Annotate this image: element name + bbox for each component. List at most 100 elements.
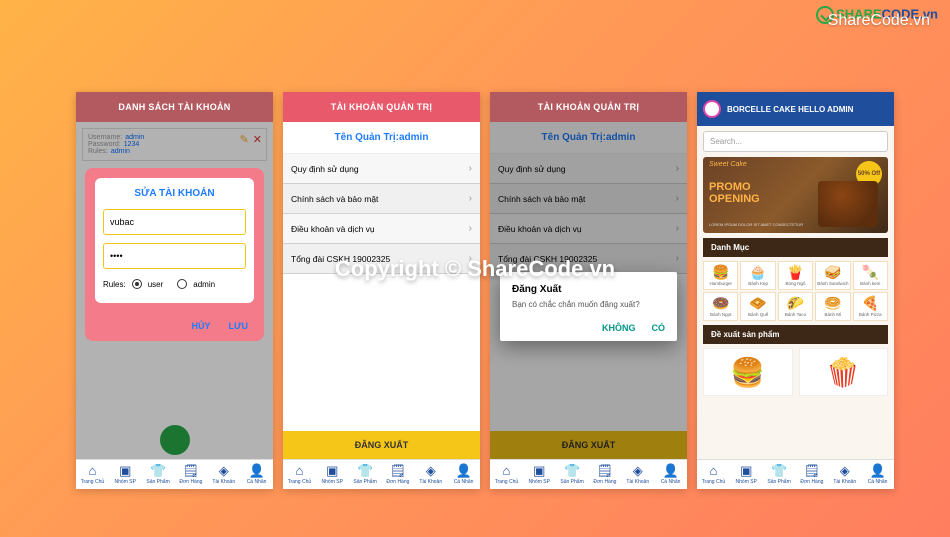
chevron-right-icon: › <box>469 193 472 204</box>
radio-admin[interactable] <box>177 279 187 289</box>
category-item[interactable]: 🍔Hamburger <box>703 261 738 290</box>
nav-icon: ▣ <box>731 464 762 477</box>
category-icon: 🥪 <box>817 265 848 279</box>
nav-icon: 👕 <box>350 464 381 477</box>
nav-icon: ⌂ <box>77 464 108 477</box>
phone-screen-1: DANH SÁCH TÀI KHOẢN Username:admin Passw… <box>76 92 273 489</box>
phone-screen-2: TÀI KHOẢN QUẢN TRỊ Tên Quản Trị:admin Qu… <box>283 92 480 489</box>
nav-icon: 👤 <box>862 464 893 477</box>
cancel-button[interactable]: HỦY <box>192 321 211 331</box>
menu-item[interactable]: Chính sách và bảo mật› <box>490 184 687 214</box>
product-card[interactable]: 🍔 <box>703 348 793 396</box>
nav-icon: ◈ <box>622 464 653 477</box>
nav-item[interactable]: 🗒Đơn Hàng <box>795 460 828 489</box>
cake-image <box>818 181 878 227</box>
nav-item[interactable]: ⌂Trang Chủ <box>490 460 523 489</box>
shop-header: BORCELLE CAKE HELLO ADMIN <box>697 92 894 126</box>
nav-item[interactable]: ▣Nhóm SP <box>523 460 556 489</box>
category-icon: 🍔 <box>705 265 736 279</box>
header-admin-account: TÀI KHOẢN QUẢN TRỊ <box>490 92 687 122</box>
nav-item[interactable]: ⌂Trang Chủ <box>283 460 316 489</box>
logout-button[interactable]: ĐĂNG XUẤT <box>490 431 687 459</box>
category-item[interactable]: 🍟Bỏng Ngô <box>778 261 813 290</box>
nav-item[interactable]: ⌂Trang Chủ <box>697 460 730 489</box>
nav-item[interactable]: 👤Cá Nhân <box>654 460 687 489</box>
nav-item[interactable]: ◈Tài Khoản <box>207 460 240 489</box>
section-products: Đề xuất sản phẩm <box>703 325 888 344</box>
category-icon: 🍕 <box>855 296 886 310</box>
bottom-nav: ⌂Trang Chủ▣Nhóm SP👕Sản Phẩm🗒Đơn Hàng◈Tài… <box>76 459 273 489</box>
category-item[interactable]: 🌮Bánh Taco <box>778 292 813 321</box>
category-item[interactable]: 🧁Bánh Kẹp <box>740 261 775 290</box>
nav-item[interactable]: ▣Nhóm SP <box>109 460 142 489</box>
nav-item[interactable]: 👤Cá Nhân <box>861 460 894 489</box>
category-icon: 🍟 <box>780 265 811 279</box>
nav-item[interactable]: 👕Sản Phẩm <box>142 460 175 489</box>
nav-item[interactable]: 👕Sản Phẩm <box>763 460 796 489</box>
menu-item[interactable]: Quy định sử dụng› <box>283 154 480 184</box>
nav-icon: 👕 <box>143 464 174 477</box>
radio-user[interactable] <box>132 279 142 289</box>
product-card[interactable]: 🍿 <box>799 348 889 396</box>
save-button[interactable]: LƯU <box>229 321 248 331</box>
nav-item[interactable]: ▣Nhóm SP <box>316 460 349 489</box>
bottom-nav: ⌂Trang Chủ▣Nhóm SP👕Sản Phẩm🗒Đơn Hàng◈Tài… <box>697 459 894 489</box>
logout-button[interactable]: ĐĂNG XUẤT <box>283 431 480 459</box>
username-input[interactable] <box>103 209 246 235</box>
category-icon: 🍩 <box>705 296 736 310</box>
bottom-nav: ⌂Trang Chủ▣Nhóm SP👕Sản Phẩm🗒Đơn Hàng◈Tài… <box>490 459 687 489</box>
nav-icon: ▣ <box>524 464 555 477</box>
nav-icon: ▣ <box>317 464 348 477</box>
category-item[interactable]: 🧇Bánh Quế <box>740 292 775 321</box>
nav-item[interactable]: 🗒Đơn Hàng <box>174 460 207 489</box>
chevron-right-icon: › <box>676 193 679 204</box>
menu-item[interactable]: Điều khoản và dịch vụ› <box>490 214 687 244</box>
nav-icon: ⌂ <box>284 464 315 477</box>
nav-item[interactable]: 👤Cá Nhân <box>240 460 273 489</box>
nav-item[interactable]: ⌂Trang Chủ <box>76 460 109 489</box>
category-item[interactable]: 🍡Bánh kem <box>853 261 888 290</box>
nav-item[interactable]: 👕Sản Phẩm <box>349 460 382 489</box>
dialog-title: Đăng Xuất <box>512 284 665 295</box>
nav-item[interactable]: 👕Sản Phẩm <box>556 460 589 489</box>
phone-screen-4: BORCELLE CAKE HELLO ADMIN Search... Swee… <box>697 92 894 489</box>
menu-item[interactable]: Tổng đài CSKH 19002325› <box>490 244 687 274</box>
category-item[interactable]: 🍩Bánh Ngọt <box>703 292 738 321</box>
nav-icon: 🗒 <box>175 464 206 477</box>
nav-icon: 🗒 <box>796 464 827 477</box>
search-input[interactable]: Search... <box>703 131 888 152</box>
nav-item[interactable]: 🗒Đơn Hàng <box>588 460 621 489</box>
nav-item[interactable]: ◈Tài Khoản <box>621 460 654 489</box>
watermark-top-right: ShareCode.vn <box>828 12 930 30</box>
nav-item[interactable]: ◈Tài Khoản <box>828 460 861 489</box>
password-input[interactable] <box>103 243 246 269</box>
nav-item[interactable]: ▣Nhóm SP <box>730 460 763 489</box>
category-icon: 🥯 <box>817 296 848 310</box>
nav-icon: 👤 <box>241 464 272 477</box>
dialog-no-button[interactable]: KHÔNG <box>602 323 636 333</box>
menu-item[interactable]: Điều khoản và dịch vụ› <box>283 214 480 244</box>
promo-banner[interactable]: Sweet Cake PROMOOPENING LOREM IPSUM DOLO… <box>703 157 888 233</box>
category-item[interactable]: 🥪Bánh Sandwich <box>815 261 850 290</box>
category-item[interactable]: 🥯Bánh Mì <box>815 292 850 321</box>
nav-icon: 🗒 <box>589 464 620 477</box>
nav-icon: 👤 <box>448 464 479 477</box>
nav-item[interactable]: 👤Cá Nhân <box>447 460 480 489</box>
nav-item[interactable]: ◈Tài Khoản <box>414 460 447 489</box>
chevron-right-icon: › <box>469 253 472 264</box>
admin-name-subheader: Tên Quản Trị:admin <box>490 122 687 154</box>
nav-icon: ⌂ <box>491 464 522 477</box>
chevron-right-icon: › <box>676 253 679 264</box>
dialog-yes-button[interactable]: CÓ <box>652 323 666 333</box>
phone-screen-3: TÀI KHOẢN QUẢN TRỊ Tên Quản Trị:admin Qu… <box>490 92 687 489</box>
menu-item[interactable]: Quy định sử dụng› <box>490 154 687 184</box>
header-admin-account: TÀI KHOẢN QUẢN TRỊ <box>283 92 480 122</box>
nav-icon: ▣ <box>110 464 141 477</box>
nav-icon: 👕 <box>557 464 588 477</box>
category-icon: 🧁 <box>742 265 773 279</box>
menu-item[interactable]: Chính sách và bảo mật› <box>283 184 480 214</box>
logout-confirm-dialog: Đăng Xuất Bạn có chắc chắn muốn đăng xuấ… <box>500 272 677 341</box>
nav-item[interactable]: 🗒Đơn Hàng <box>381 460 414 489</box>
menu-item[interactable]: Tổng đài CSKH 19002325› <box>283 244 480 274</box>
category-item[interactable]: 🍕Bánh Pizza <box>853 292 888 321</box>
